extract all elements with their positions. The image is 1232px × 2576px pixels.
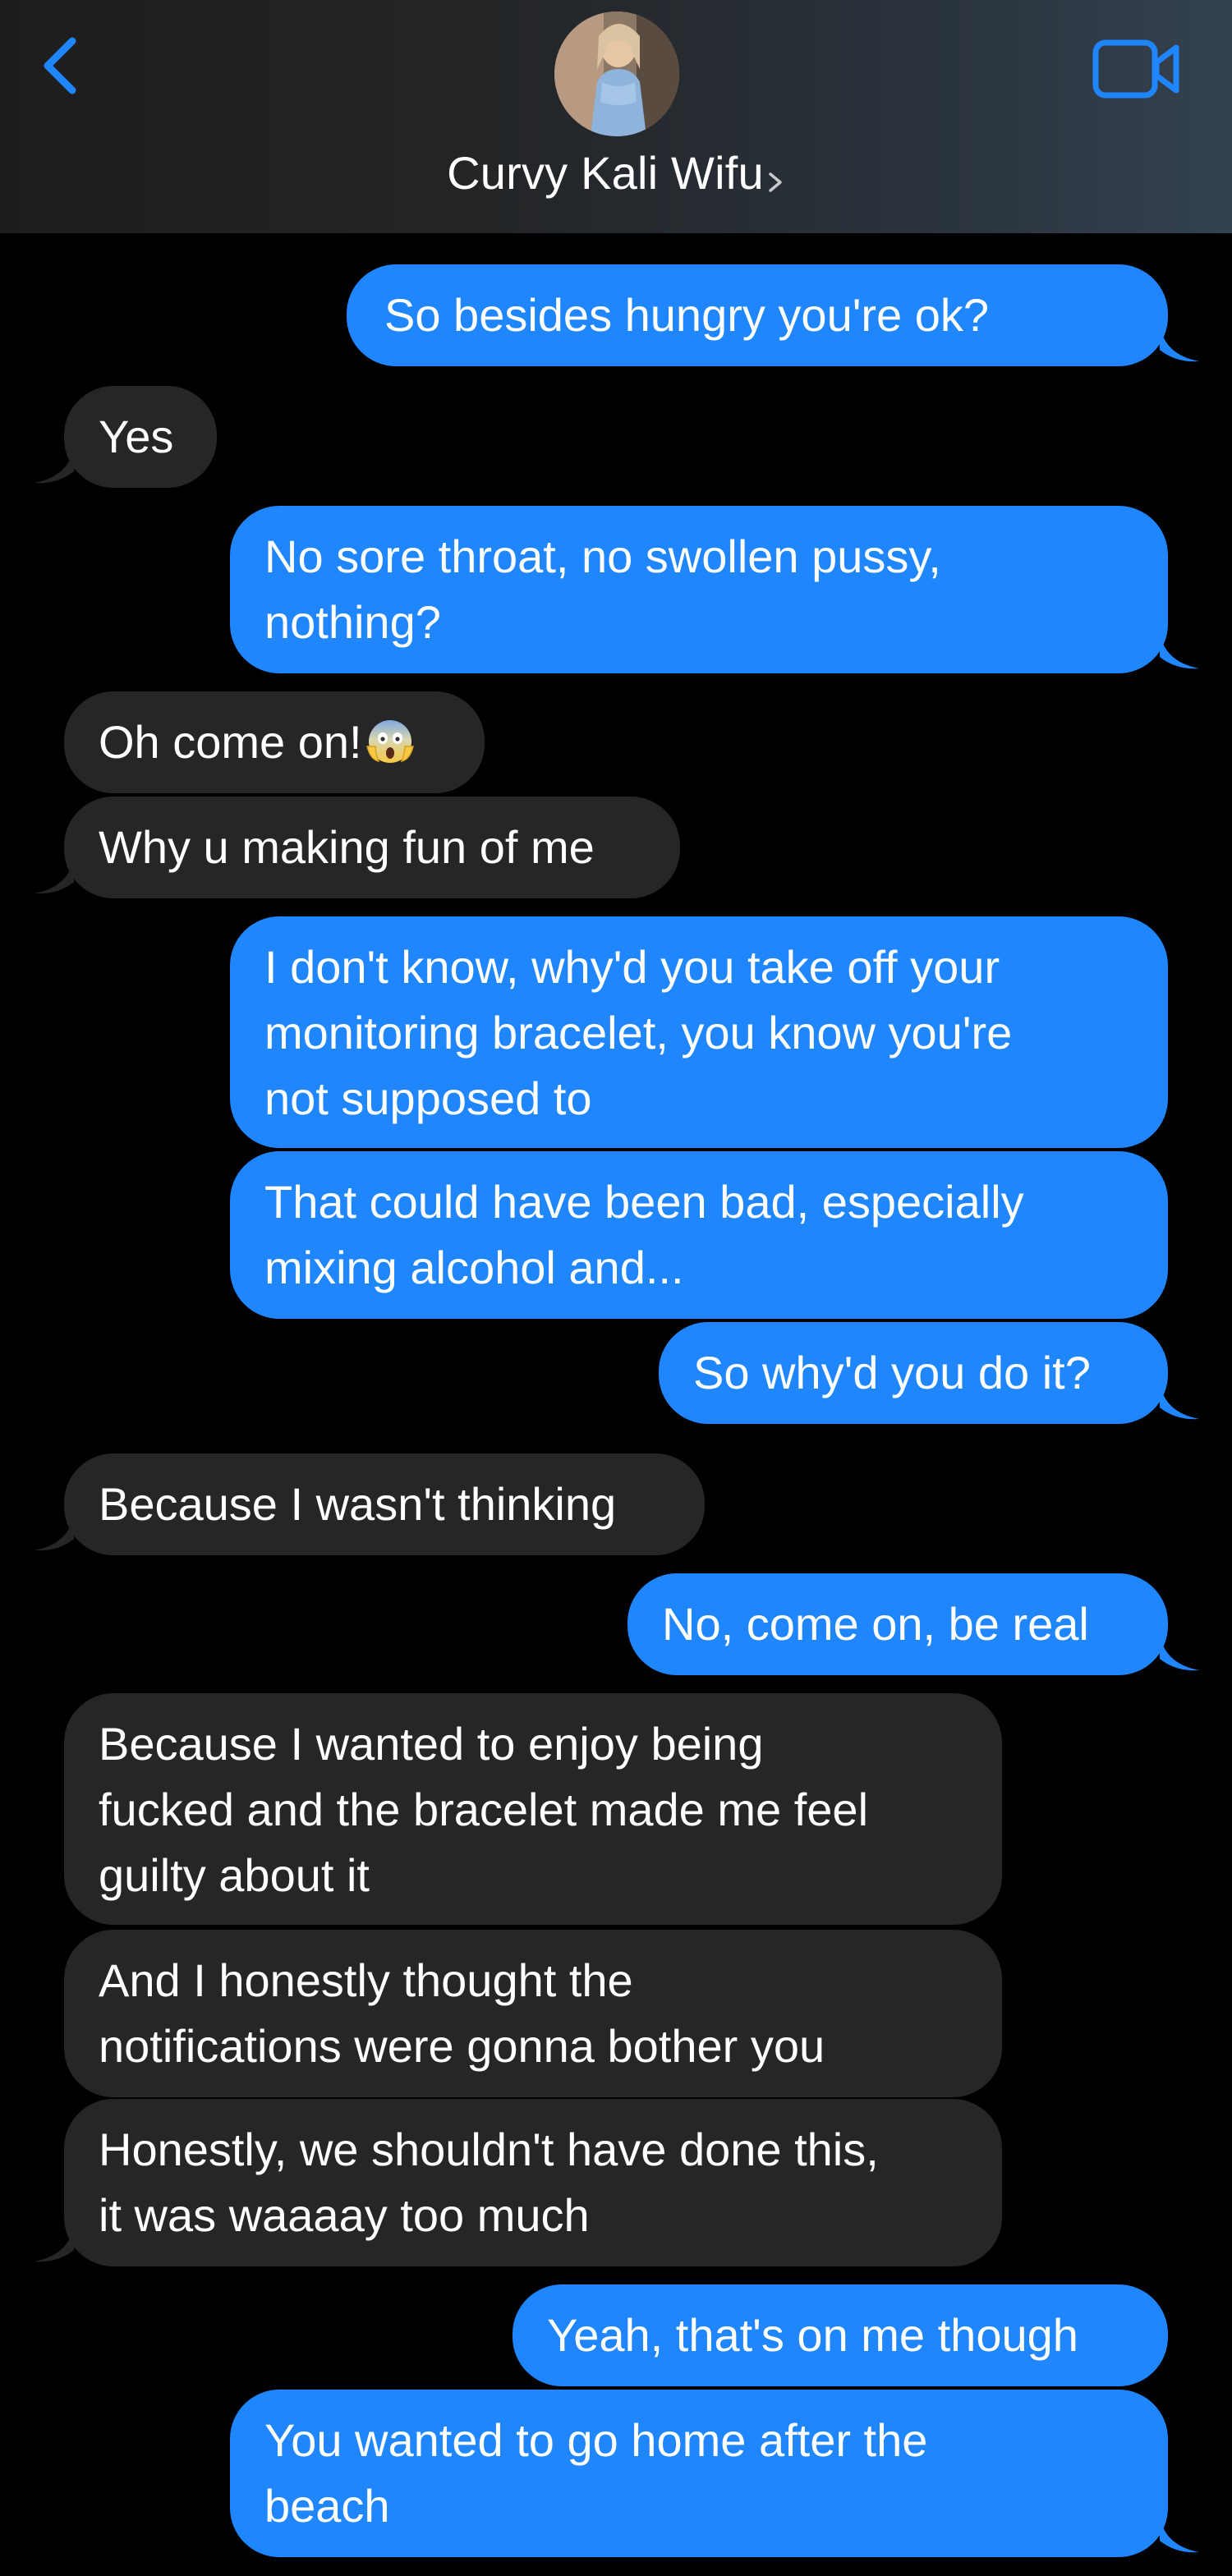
message-text: beach (264, 2480, 390, 2532)
message-text: mixing alcohol and... (264, 1242, 684, 1293)
message-text: And I honestly thought the (99, 1954, 633, 2006)
message-text: nothing? (264, 596, 441, 648)
avatar-photo (554, 11, 679, 136)
outgoing-message[interactable]: I don't know, why'd you take off your mo… (230, 916, 1168, 1148)
message-text: Oh come on! (99, 709, 450, 775)
incoming-message[interactable]: Because I wanted to enjoy being fucked a… (64, 1693, 1002, 1925)
video-call-button[interactable] (1091, 36, 1183, 102)
message-text: So besides hungry you're ok? (384, 289, 990, 341)
message-text: it was waaaay too much (99, 2189, 590, 2241)
contact-name: Curvy Kali Wifu (447, 147, 764, 199)
message-text: You wanted to go home after the (264, 2414, 928, 2466)
message-text: No, come on, be real (662, 1598, 1089, 1650)
incoming-message[interactable]: Because I wasn't thinking (64, 1453, 705, 1555)
bubble-tail (1160, 2516, 1199, 2557)
message-text: Because I wasn't thinking (99, 1478, 617, 1530)
chevron-left-icon (44, 37, 76, 94)
bubble-tail (34, 447, 74, 488)
bubble-tail (1160, 1634, 1199, 1675)
outgoing-message[interactable]: No, come on, be real (627, 1573, 1168, 1675)
message-text: fucked and the bracelet made me feel (99, 1784, 869, 1835)
incoming-message[interactable]: Oh come on! (64, 691, 485, 793)
incoming-message[interactable]: Yes (64, 386, 217, 488)
message-text: I don't know, why'd you take off your (264, 941, 1000, 993)
outgoing-message[interactable]: No sore throat, no swollen pussy, nothin… (230, 506, 1168, 673)
bubble-tail (34, 1514, 74, 1555)
bubble-tail (34, 2225, 74, 2266)
bubble-tail (1160, 632, 1199, 673)
bubble-tail (34, 857, 74, 898)
outgoing-message[interactable]: So why'd you do it? (659, 1322, 1168, 1424)
message-text: No sore throat, no swollen pussy, (264, 530, 941, 582)
conversation-header: Curvy Kali Wifu (0, 0, 1232, 233)
bubble-tail (1160, 1383, 1199, 1424)
incoming-message[interactable]: Why u making fun of me (64, 797, 680, 898)
contact-avatar[interactable] (554, 11, 679, 136)
bubble-tail (1160, 325, 1199, 366)
message-text: monitoring bracelet, you know you're (264, 1007, 1013, 1058)
contact-name-button[interactable]: Curvy Kali Wifu (0, 145, 1232, 202)
message-text: That could have been bad, especially (264, 1176, 1024, 1228)
outgoing-message[interactable]: That could have been bad, especially mix… (230, 1151, 1168, 1319)
back-button[interactable] (33, 25, 99, 107)
message-text: not supposed to (264, 1072, 592, 1124)
message-text: Yeah, that's on me though (547, 2309, 1078, 2361)
face-screaming-in-fear-icon (364, 714, 416, 766)
video-camera-icon (1092, 39, 1179, 99)
outgoing-message[interactable]: Yeah, that's on me though (513, 2284, 1168, 2386)
message-text: So why'd you do it? (693, 1347, 1091, 1398)
message-text: Because I wanted to enjoy being (99, 1718, 764, 1770)
outgoing-message[interactable]: You wanted to go home after the beach (230, 2390, 1168, 2557)
message-text: Why u making fun of me (99, 821, 595, 873)
message-text: Honestly, we shouldn't have done this, (99, 2124, 879, 2175)
incoming-message[interactable]: And I honestly thought the notifications… (64, 1930, 1002, 2097)
incoming-message[interactable]: Honestly, we shouldn't have done this, i… (64, 2099, 1002, 2266)
message-text: Yes (99, 411, 174, 462)
chevron-right-icon (769, 172, 782, 192)
outgoing-message[interactable]: So besides hungry you're ok? (347, 264, 1168, 366)
message-text: guilty about it (99, 1849, 370, 1901)
message-text: notifications were gonna bother you (99, 2020, 825, 2072)
